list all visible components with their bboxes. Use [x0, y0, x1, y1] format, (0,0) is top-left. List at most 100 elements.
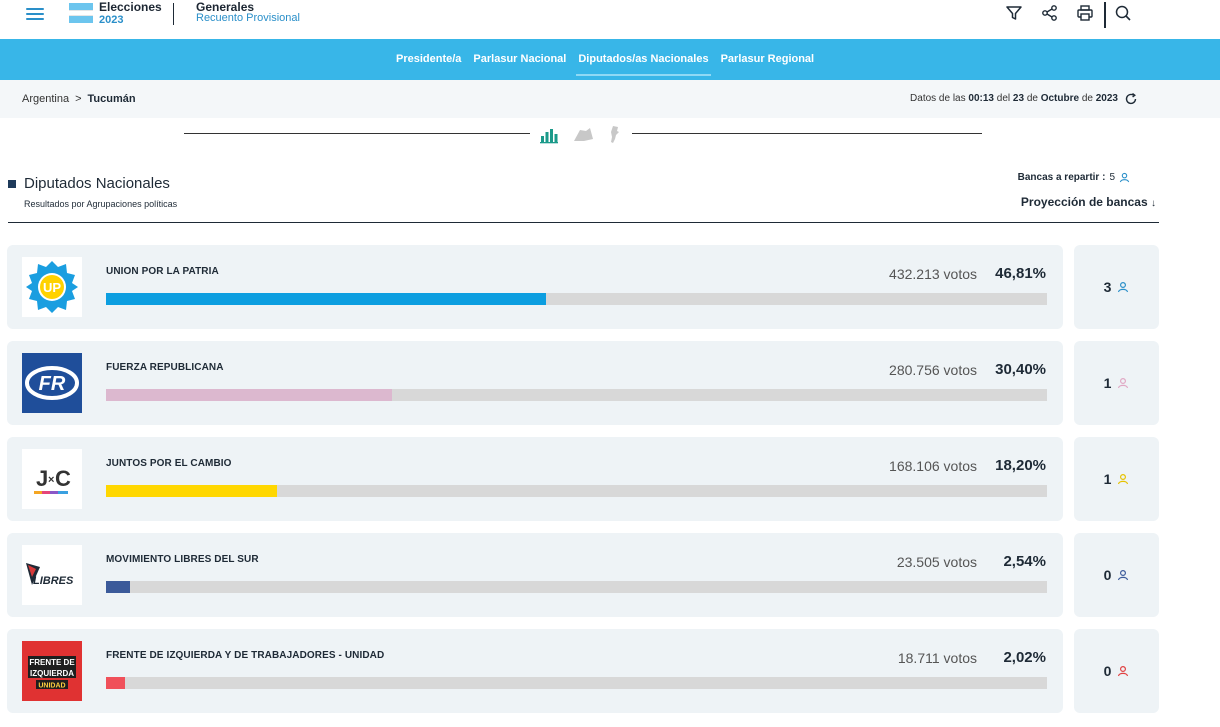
vote-bar — [106, 293, 1047, 305]
tab-parlasur-nacional[interactable]: Parlasur Nacional — [467, 39, 572, 80]
seat-count-card: 1 — [1074, 341, 1159, 425]
timestamp-del: del — [996, 93, 1011, 104]
bar-chart-icon[interactable] — [539, 125, 559, 145]
party-name: JUNTOS POR EL CAMBIO — [106, 458, 232, 469]
timestamp-de1: de — [1026, 93, 1038, 104]
map-region-icon[interactable] — [572, 125, 596, 145]
seat-count: 1 — [1103, 471, 1112, 487]
projection-label: Proyección de bancas — [1020, 195, 1148, 209]
print-icon[interactable] — [1075, 3, 1095, 23]
seat-count-card: 0 — [1074, 533, 1159, 617]
header-divider — [173, 3, 174, 25]
fit-logo-line3: UNIDAD — [38, 683, 65, 690]
breadcrumb-bar: Argentina > Tucumán Datos de las 00:13 d… — [0, 80, 1220, 118]
party-row[interactable]: FRENTE DE IZQUIERDA UNIDAD FRENTE DE IZQ… — [7, 629, 1063, 713]
tab-diputados-nacionales[interactable]: Diputados/as Nacionales — [572, 39, 714, 80]
up-logo-text: UP — [43, 280, 61, 295]
vote-bar — [106, 581, 1047, 593]
seat-count: 1 — [1103, 375, 1112, 391]
timestamp-month: Octubre — [1040, 93, 1080, 104]
brand-title: Elecciones — [99, 0, 162, 14]
map-country-icon[interactable] — [606, 125, 622, 145]
party-name: FUERZA REPUBLICANA — [106, 362, 224, 373]
timestamp-prefix: Datos de las — [910, 93, 966, 104]
jxc-logo-j: J — [36, 466, 48, 491]
seat-count-card: 0 — [1074, 629, 1159, 713]
category-nav: Presidente/a Parlasur Nacional Diputados… — [0, 39, 1220, 80]
fit-logo-line1: FRENTE DE — [29, 658, 75, 667]
timestamp-year: 2023 — [1095, 93, 1118, 104]
vote-bar-fill — [106, 485, 278, 497]
party-row[interactable]: FR FUERZA REPUBLICANA 280.756 votos 30,4… — [7, 341, 1063, 425]
vote-bar-fill — [106, 677, 125, 689]
section-subtitle: Resultados por Agrupaciones políticas — [24, 199, 178, 209]
bancas-label: Bancas a repartir : — [1017, 172, 1106, 183]
party-logo-fr: FR — [22, 353, 82, 413]
party-percent: 2,02% — [1003, 649, 1046, 666]
vote-bar — [106, 677, 1047, 689]
bancas-value: 5 — [1109, 172, 1115, 183]
breadcrumb-root[interactable]: Argentina — [22, 93, 69, 105]
refresh-icon[interactable] — [1124, 92, 1138, 106]
vote-bar — [106, 389, 1047, 401]
party-votes: 18.711 votos — [897, 650, 977, 666]
vote-bar — [106, 485, 1047, 497]
party-votes: 168.106 votos — [889, 458, 977, 474]
view-line-left — [184, 133, 530, 134]
seat-count: 0 — [1103, 663, 1112, 679]
jxc-logo-c: C — [55, 466, 71, 491]
top-header: Elecciones 2023 Generales Recuento Provi… — [0, 0, 1220, 39]
fr-logo-text: FR — [39, 373, 66, 395]
election-subtitle: Recuento Provisional — [196, 12, 300, 24]
vote-bar-fill — [106, 581, 130, 593]
party-row[interactable]: UP UNION POR LA PATRIA 432.213 votos 46,… — [7, 245, 1063, 329]
person-icon — [1119, 172, 1130, 183]
jxc-logo-x: × — [48, 474, 54, 486]
section-marker — [8, 180, 16, 188]
timestamp-de2: de — [1081, 93, 1093, 104]
section-title: Diputados Nacionales — [24, 175, 170, 192]
bancas-info: Bancas a repartir : 5 — [1018, 172, 1130, 183]
menu-icon[interactable] — [26, 5, 44, 21]
argentina-flag-icon — [69, 3, 93, 23]
person-icon — [1118, 665, 1129, 677]
person-icon — [1118, 281, 1129, 293]
vote-bar-fill — [106, 293, 547, 305]
person-icon — [1118, 569, 1129, 581]
party-name: UNION POR LA PATRIA — [106, 266, 219, 277]
breadcrumb-current[interactable]: Tucumán — [88, 93, 136, 105]
filter-icon[interactable] — [1004, 3, 1024, 23]
libres-logo-text: LIBRES — [33, 575, 74, 587]
timestamp-time: 00:13 — [968, 93, 994, 104]
party-logo-libres: LIBRES — [22, 545, 82, 605]
party-logo-fit: FRENTE DE IZQUIERDA UNIDAD — [22, 641, 82, 701]
party-percent: 2,54% — [1003, 553, 1046, 570]
share-icon[interactable] — [1040, 3, 1060, 23]
section-divider — [8, 222, 1159, 223]
party-votes: 432.213 votos — [889, 266, 977, 282]
seat-count-card: 1 — [1074, 437, 1159, 521]
party-row[interactable]: J × C JUNTOS POR EL CAMBIO 168.106 votos… — [7, 437, 1063, 521]
tab-presidente[interactable]: Presidente/a — [390, 39, 467, 80]
tab-parlasur-regional[interactable]: Parlasur Regional — [715, 39, 821, 80]
data-timestamp: Datos de las 00:13 del 23 de Octubre de … — [910, 93, 1118, 104]
seat-count: 0 — [1103, 567, 1112, 583]
party-row[interactable]: LIBRES MOVIMIENTO LIBRES DEL SUR 23.505 … — [7, 533, 1063, 617]
brand-year: 2023 — [99, 14, 124, 26]
seat-count-card: 3 — [1074, 245, 1159, 329]
toolbar-divider — [1104, 2, 1106, 28]
breadcrumb: Argentina > Tucumán — [22, 93, 136, 105]
view-line-right — [632, 133, 982, 134]
seat-count: 3 — [1103, 279, 1112, 295]
vote-bar-fill — [106, 389, 393, 401]
party-votes: 280.756 votos — [889, 362, 977, 378]
search-icon[interactable] — [1113, 3, 1133, 23]
projection-toggle[interactable]: Proyección de bancas ↓ — [1021, 195, 1156, 209]
breadcrumb-separator: > — [75, 93, 82, 105]
person-icon — [1118, 377, 1129, 389]
arrow-down-icon: ↓ — [1151, 198, 1156, 209]
party-votes: 23.505 votos — [896, 554, 977, 570]
fit-logo-line2: IZQUIERDA — [30, 669, 74, 678]
party-percent: 46,81% — [995, 265, 1046, 282]
party-logo-up: UP — [22, 257, 82, 317]
